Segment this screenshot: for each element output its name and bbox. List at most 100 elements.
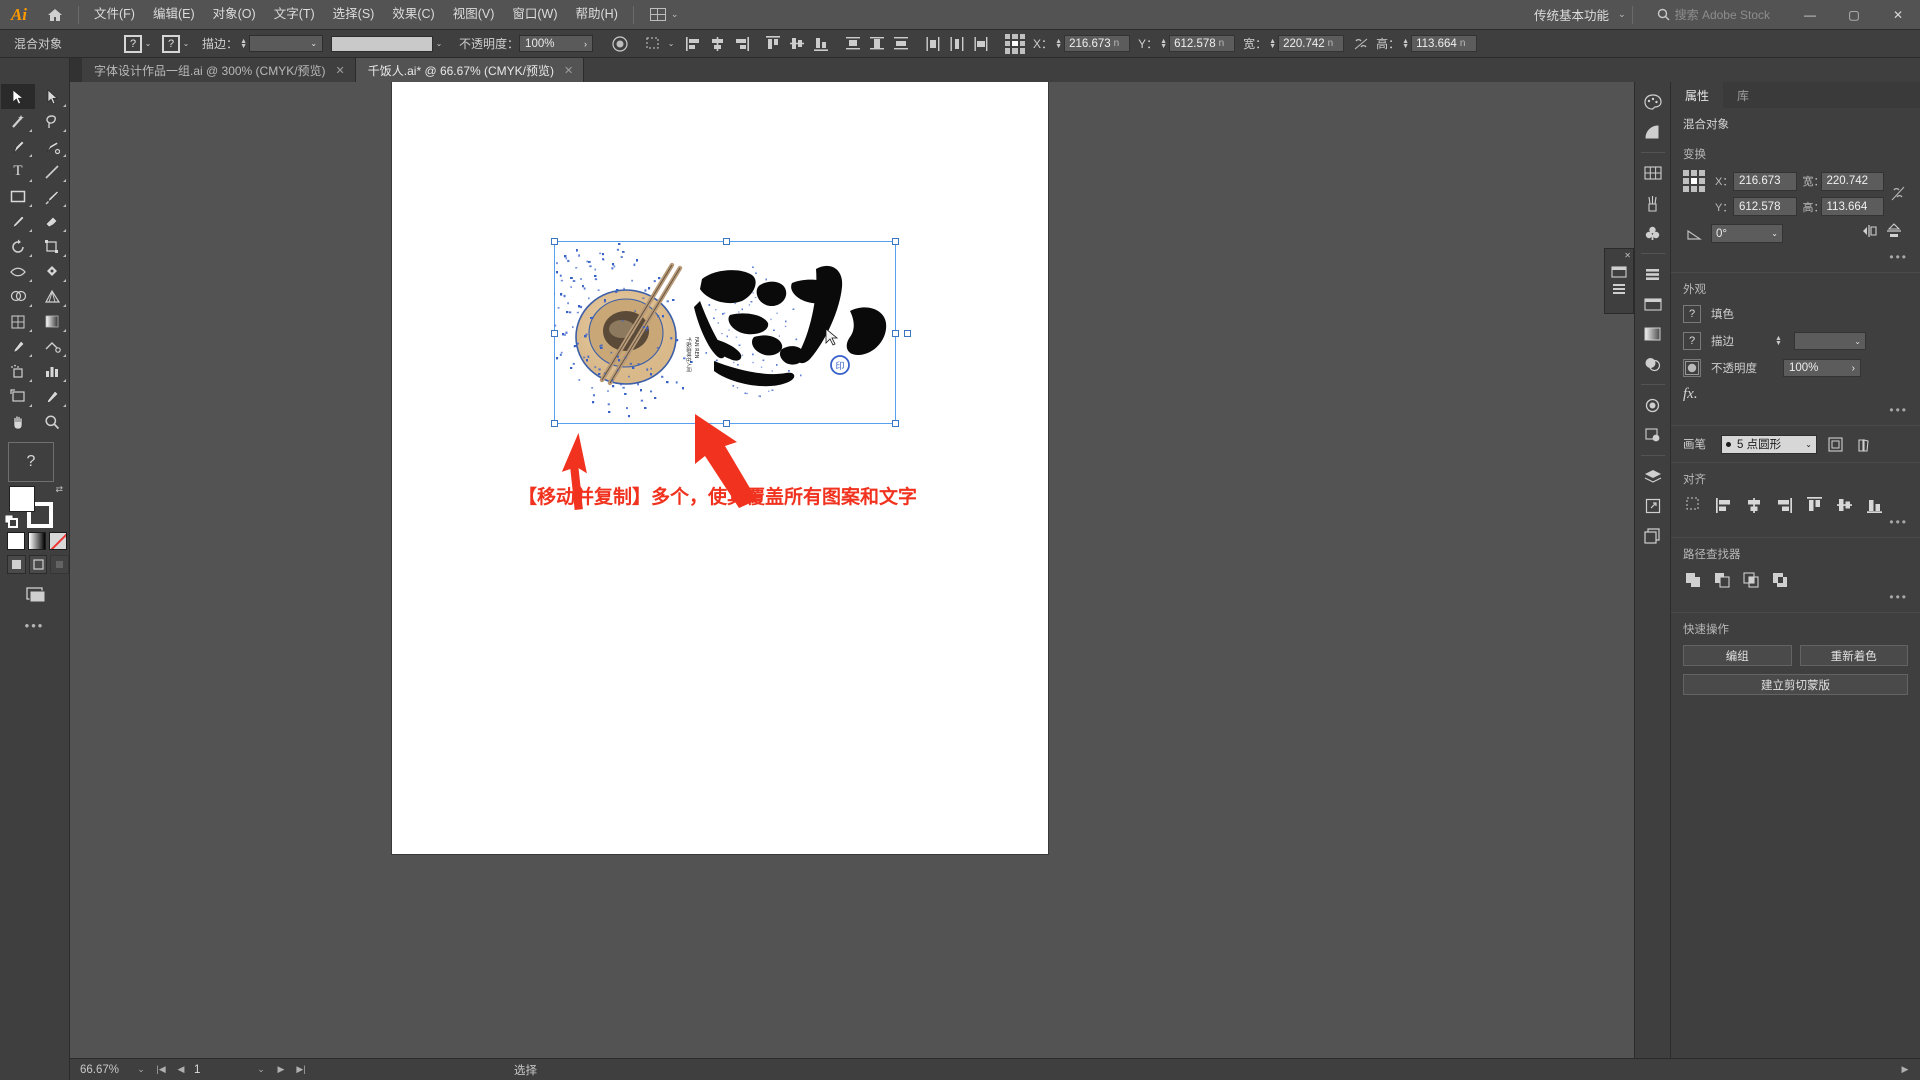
appearance-stroke-stepper[interactable]: ▲ ▼	[1773, 335, 1784, 347]
select-similar-icon[interactable]	[643, 34, 665, 54]
workspace-chevron-down-icon[interactable]: ⌄	[1618, 9, 1626, 20]
floating-mini-panel[interactable]: ✕	[1604, 248, 1634, 314]
scale-tool[interactable]	[35, 234, 69, 259]
appearance-stroke-swatch[interactable]: ?	[1683, 332, 1701, 350]
stroke-profile-dropdown[interactable]	[331, 35, 434, 52]
menu-window[interactable]: 窗口(W)	[503, 4, 566, 25]
line-segment-tool[interactable]	[35, 159, 69, 184]
column-graph-tool[interactable]	[35, 359, 69, 384]
floating-panel-artboards-icon[interactable]	[1611, 265, 1627, 279]
artboard-tool[interactable]	[1, 384, 35, 409]
blend-tool[interactable]	[35, 334, 69, 359]
appearance-fx-button[interactable]: fx.	[1683, 386, 1908, 403]
control-y-stepper[interactable]: ▲ ▼	[1158, 38, 1169, 50]
gradient-tool[interactable]	[35, 309, 69, 334]
distribute-right-icon[interactable]	[970, 34, 992, 54]
paintbrush-tool[interactable]	[35, 184, 69, 209]
eyedropper-tool[interactable]	[1, 334, 35, 359]
workspace-switcher-label[interactable]: 传统基本功能	[1530, 5, 1613, 24]
shaper-tool[interactable]	[1, 209, 35, 234]
align-top-icon[interactable]	[1803, 495, 1825, 515]
document-tab-1-close-icon[interactable]: ✕	[336, 64, 345, 77]
distribute-hcenter-icon[interactable]	[946, 34, 968, 54]
constrain-proportions-icon[interactable]	[1890, 183, 1908, 203]
color-none-button[interactable]	[49, 532, 67, 550]
transform-height-input[interactable]: 113.664	[1820, 197, 1884, 216]
stroke-weight-field[interactable]: ⌄	[249, 35, 324, 52]
reference-point-selector[interactable]	[1683, 170, 1705, 192]
hand-tool[interactable]	[1, 409, 35, 434]
make-clipping-mask-button[interactable]: 建立剪切蒙版	[1683, 674, 1908, 695]
align-left-icon[interactable]	[1713, 495, 1735, 515]
constrain-proportions-icon[interactable]	[1350, 34, 1372, 54]
brush-options-icon[interactable]	[1825, 434, 1845, 454]
window-maximize-button[interactable]: ▢	[1832, 0, 1876, 30]
status-prev-page-icon[interactable]: ◀	[174, 1064, 188, 1075]
control-width-stepper[interactable]: ▲ ▼	[1267, 38, 1278, 50]
mesh-tool[interactable]	[1, 309, 35, 334]
draw-normal-button[interactable]	[7, 555, 26, 574]
home-icon[interactable]	[38, 0, 72, 30]
direct-selection-tool[interactable]	[35, 84, 69, 109]
status-page-field[interactable]: 1	[194, 1063, 248, 1076]
color-solid-button[interactable]	[7, 532, 25, 550]
appearance-stroke-weight-input[interactable]: ⌄	[1794, 332, 1866, 350]
tools-more-button[interactable]: •••	[0, 618, 69, 633]
draw-behind-button[interactable]	[28, 555, 48, 574]
control-x-field[interactable]: 216.673 n	[1064, 35, 1131, 52]
menu-type[interactable]: 文字(T)	[265, 4, 324, 25]
align-middle-icon[interactable]	[786, 34, 808, 54]
select-similar-chevron-icon[interactable]: ⌄	[665, 39, 677, 48]
pathfinder-more-options[interactable]: •••	[1683, 590, 1908, 604]
blend-spine-handle[interactable]	[904, 330, 911, 337]
pathfinder-unite-icon[interactable]	[1683, 570, 1703, 590]
align-right-icon[interactable]	[730, 34, 752, 54]
free-transform-tool[interactable]	[35, 259, 69, 284]
fill-swatch-box[interactable]	[9, 486, 35, 512]
menu-view[interactable]: 视图(V)	[444, 4, 504, 25]
appearance-opacity-input[interactable]: 100% ›	[1783, 359, 1861, 377]
color-gradient-button[interactable]	[28, 532, 46, 550]
stroke-color-swatch[interactable]: ?	[162, 34, 181, 53]
align-bottom-icon[interactable]	[1863, 495, 1885, 515]
curvature-tool[interactable]	[35, 134, 69, 159]
rotate-tool[interactable]	[1, 234, 35, 259]
floating-panel-list-icon[interactable]	[1612, 283, 1626, 295]
control-height-field[interactable]: 113.664 n	[1411, 35, 1478, 52]
menu-effect[interactable]: 效果(C)	[383, 4, 443, 25]
status-zoom-chevron-icon[interactable]: ⌄	[134, 1064, 148, 1075]
flip-horizontal-icon[interactable]	[1862, 224, 1880, 243]
menu-file[interactable]: 文件(F)	[85, 4, 144, 25]
status-first-page-icon[interactable]: |◀	[154, 1064, 168, 1075]
transform-width-input[interactable]: 220.742	[1820, 171, 1884, 191]
layers-icon[interactable]	[1638, 462, 1668, 490]
pathfinder-intersect-icon[interactable]	[1741, 570, 1761, 590]
tab-properties[interactable]: 属性	[1671, 82, 1724, 108]
status-last-page-icon[interactable]: ▶|	[294, 1064, 308, 1075]
document-tab-2[interactable]: 千饭人.ai* @ 66.67% (CMYK/预览) ✕	[355, 58, 585, 82]
status-current-tool[interactable]: 选择	[514, 1062, 537, 1078]
document-tab-1[interactable]: 字体设计作品一组.ai @ 300% (CMYK/预览) ✕	[82, 58, 356, 82]
align-top-icon[interactable]	[762, 34, 784, 54]
change-screen-mode-button[interactable]	[20, 584, 50, 606]
selection-tool[interactable]	[1, 84, 35, 109]
canvas-area[interactable]: 印 千般滋味在人间 FAN REN 【移动并复制】多个，使其覆盖所有图案和文字	[70, 82, 1860, 1058]
fill-stroke-question-indicator[interactable]: ?	[8, 442, 54, 482]
align-center-horizontal-icon[interactable]	[1743, 495, 1765, 515]
pathfinder-minus-front-icon[interactable]	[1712, 570, 1732, 590]
window-minimize-button[interactable]: —	[1788, 0, 1832, 30]
zoom-tool[interactable]	[35, 409, 69, 434]
graphic-styles-icon[interactable]	[1638, 421, 1668, 449]
default-fill-stroke-icon[interactable]	[4, 514, 18, 528]
menu-help[interactable]: 帮助(H)	[567, 4, 627, 25]
symbols-icon[interactable]	[1638, 219, 1668, 247]
artboards-icon[interactable]	[1638, 290, 1668, 318]
group-button[interactable]: 编组	[1683, 645, 1792, 666]
appearance-fill-swatch[interactable]: ?	[1683, 305, 1701, 323]
stroke-weight-stepper[interactable]: ▲ ▼	[238, 38, 249, 50]
align-bottom-icon[interactable]	[810, 34, 832, 54]
brush-selector[interactable]: 5 点圆形 ⌄	[1721, 434, 1817, 454]
perspective-grid-tool[interactable]	[35, 284, 69, 309]
magic-wand-tool[interactable]	[1, 109, 35, 134]
libraries-icon[interactable]	[1638, 522, 1668, 550]
